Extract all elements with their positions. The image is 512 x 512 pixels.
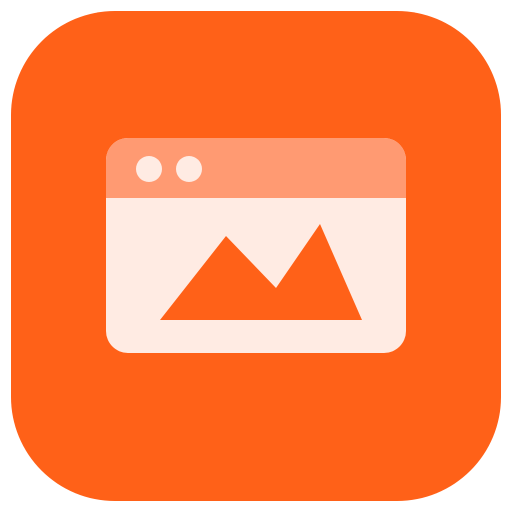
app-icon-canvas (0, 0, 512, 512)
app-icon-tile[interactable] (11, 11, 501, 501)
